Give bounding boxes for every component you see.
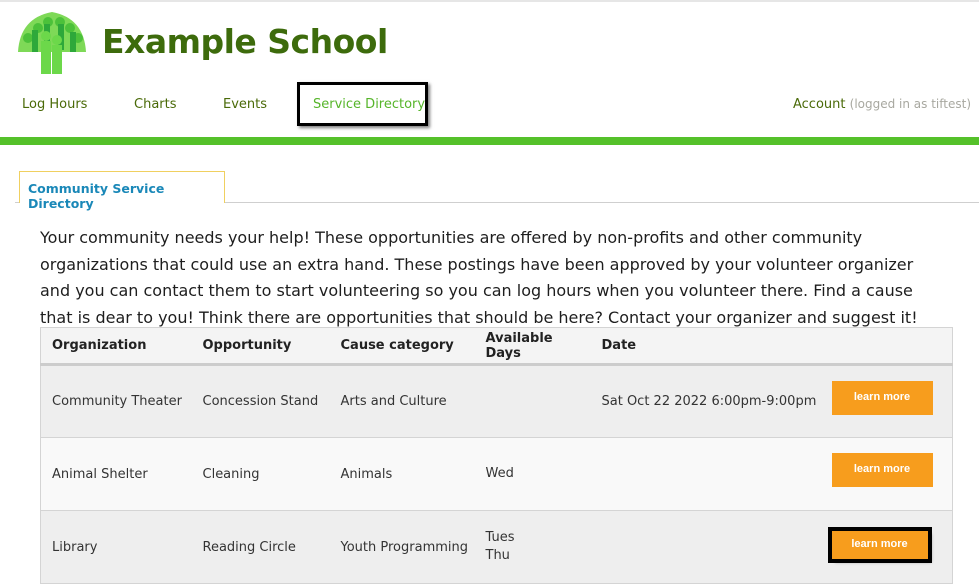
cell-action: learn more: [820, 437, 953, 511]
col-cause-category: Cause category: [329, 327, 475, 366]
table-row: Library Reading Circle Youth Programming…: [40, 510, 953, 584]
cell-cause: Arts and Culture: [329, 364, 475, 438]
day-2: Thu: [485, 548, 510, 563]
cell-action: learn more: [820, 510, 953, 584]
nav-divider-bar: [0, 137, 979, 145]
nav-service-directory[interactable]: Service Directory: [313, 97, 425, 112]
site-title: Example School: [102, 22, 388, 61]
nav-events[interactable]: Events: [223, 97, 267, 112]
top-border: [0, 0, 979, 2]
nav-charts[interactable]: Charts: [134, 97, 177, 112]
col-actions: [820, 327, 953, 366]
cell-date: [590, 437, 821, 511]
day-1: Wed: [485, 466, 514, 481]
nav-log-hours[interactable]: Log Hours: [22, 97, 87, 112]
cell-date: [590, 510, 821, 584]
learn-more-button[interactable]: learn more: [827, 526, 932, 563]
table-row: Animal Shelter Cleaning Animals Wed lear…: [40, 437, 953, 511]
cell-days: Wed: [474, 437, 591, 511]
opportunities-table: Organization Opportunity Cause category …: [40, 327, 953, 584]
cell-organization: Animal Shelter: [40, 437, 192, 511]
cell-cause: Youth Programming: [329, 510, 475, 584]
cell-action: learn more: [820, 364, 953, 438]
logged-in-status: (logged in as tiftest): [849, 97, 971, 111]
cell-days: Tues Thu: [474, 510, 591, 584]
learn-more-button[interactable]: learn more: [831, 380, 933, 415]
col-available-days: Available Days: [474, 327, 591, 366]
intro-text: Your community needs your help! These op…: [40, 228, 918, 327]
learn-more-button[interactable]: learn more: [831, 453, 933, 487]
cell-date: Sat Oct 22 2022 6:00pm-9:00pm: [590, 364, 821, 438]
cell-opportunity: Concession Stand: [191, 364, 330, 438]
col-opportunity: Opportunity: [191, 327, 330, 366]
tab-community-service-directory[interactable]: Community Service Directory: [19, 171, 225, 211]
col-date: Date: [590, 327, 821, 366]
account-area: Account (logged in as tiftest): [793, 97, 971, 112]
tree-of-people-logo[interactable]: [14, 8, 90, 76]
cell-organization: Community Theater: [40, 364, 192, 438]
table-header-row: Organization Opportunity Cause category …: [40, 327, 953, 366]
day-1: Tues: [485, 530, 515, 545]
cell-organization: Library: [40, 510, 192, 584]
cell-opportunity: Reading Circle: [191, 510, 330, 584]
cell-cause: Animals: [329, 437, 475, 511]
cell-days: [474, 364, 591, 438]
cell-opportunity: Cleaning: [191, 437, 330, 511]
col-organization: Organization: [40, 327, 192, 366]
table-row: Community Theater Concession Stand Arts …: [40, 364, 953, 438]
account-link[interactable]: Account: [793, 97, 846, 112]
